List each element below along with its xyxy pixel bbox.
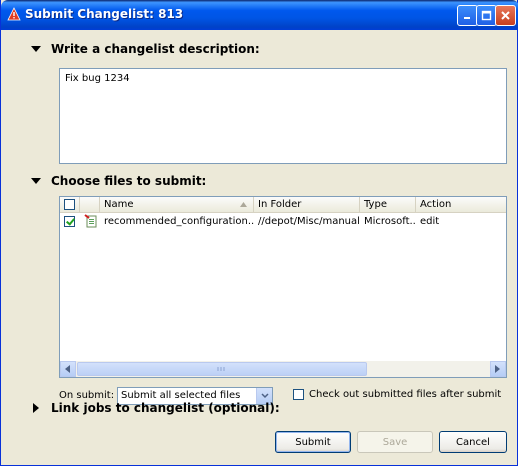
close-button[interactable] xyxy=(495,5,516,26)
select-all-header xyxy=(60,197,80,213)
files-section-label: Choose files to submit: xyxy=(51,174,207,188)
files-table: Name In Folder Type Action recommended_c… xyxy=(59,196,507,378)
row-icon-cell xyxy=(80,214,100,230)
checkout-option[interactable]: Check out submitted files after submit xyxy=(293,389,501,400)
description-section-label: Write a changelist description: xyxy=(51,42,260,56)
triangle-right-icon[interactable] xyxy=(31,403,41,413)
column-header-name[interactable]: Name xyxy=(100,197,254,213)
icon-column-header[interactable] xyxy=(80,197,100,213)
arrow-left-icon xyxy=(65,365,70,373)
arrow-right-icon xyxy=(495,365,500,373)
jobs-section-label: Link jobs to changelist (optional): xyxy=(51,401,280,415)
warning-triangle-icon xyxy=(7,7,21,21)
cancel-button[interactable]: Cancel xyxy=(439,431,507,453)
row-checkbox[interactable] xyxy=(64,215,75,227)
horizontal-scrollbar[interactable] xyxy=(60,361,506,377)
submit-button[interactable]: Submit xyxy=(275,431,351,453)
files-table-header: Name In Folder Type Action xyxy=(60,197,506,213)
row-type: Microsoft... xyxy=(364,216,416,227)
jobs-section-header[interactable]: Link jobs to changelist (optional): xyxy=(31,401,280,415)
column-header-action-label: Action xyxy=(420,199,452,210)
column-header-action[interactable]: Action xyxy=(416,197,506,213)
window-title: Submit Changelist: 813 xyxy=(25,7,184,21)
description-textarea[interactable]: Fix bug 1234 xyxy=(59,68,507,164)
row-checkbox-cell xyxy=(60,214,80,230)
grip-icon xyxy=(217,367,225,371)
table-row[interactable]: recommended_configuration.... //depot/Mi… xyxy=(60,214,506,230)
triangle-down-icon[interactable] xyxy=(31,176,41,186)
scroll-left-button[interactable] xyxy=(60,361,76,377)
triangle-down-icon[interactable] xyxy=(31,44,41,54)
document-edit-icon xyxy=(84,214,97,228)
minimize-button[interactable] xyxy=(457,5,478,26)
save-button[interactable]: Save xyxy=(357,431,433,453)
close-icon xyxy=(501,11,510,20)
description-section-header[interactable]: Write a changelist description: xyxy=(31,42,260,56)
scroll-thumb[interactable] xyxy=(77,362,367,376)
checkout-checkbox[interactable] xyxy=(293,389,304,400)
maximize-button[interactable] xyxy=(476,5,497,26)
column-header-type-label: Type xyxy=(364,199,387,210)
files-section-header[interactable]: Choose files to submit: xyxy=(31,174,206,188)
scroll-right-button[interactable] xyxy=(490,361,506,377)
chevron-down-icon xyxy=(260,393,269,399)
column-header-name-label: Name xyxy=(104,199,134,210)
dialog-body: Write a changelist description: Fix bug … xyxy=(5,30,515,462)
dialog-content: Write a changelist description: Fix bug … xyxy=(11,30,509,462)
checkout-label: Check out submitted files after submit xyxy=(309,389,502,400)
maximize-icon xyxy=(481,10,492,21)
minimize-icon xyxy=(464,17,470,19)
description-text: Fix bug 1234 xyxy=(65,73,130,84)
title-bar[interactable]: Submit Changelist: 813 xyxy=(1,0,518,30)
select-all-checkbox[interactable] xyxy=(64,198,75,210)
column-header-type[interactable]: Type xyxy=(360,197,416,213)
submit-changelist-window: Submit Changelist: 813 Write a changelis… xyxy=(0,0,518,466)
on-submit-selected: Submit all selected files xyxy=(121,390,241,401)
column-header-in-folder[interactable]: In Folder xyxy=(254,197,360,213)
row-in-folder: //depot/Misc/manuals xyxy=(258,216,360,227)
row-name: recommended_configuration.... xyxy=(104,216,254,227)
on-submit-label: On submit: xyxy=(59,390,115,401)
sort-up-icon xyxy=(240,202,247,207)
row-action: edit xyxy=(420,216,440,227)
column-header-in-folder-label: In Folder xyxy=(258,199,302,210)
